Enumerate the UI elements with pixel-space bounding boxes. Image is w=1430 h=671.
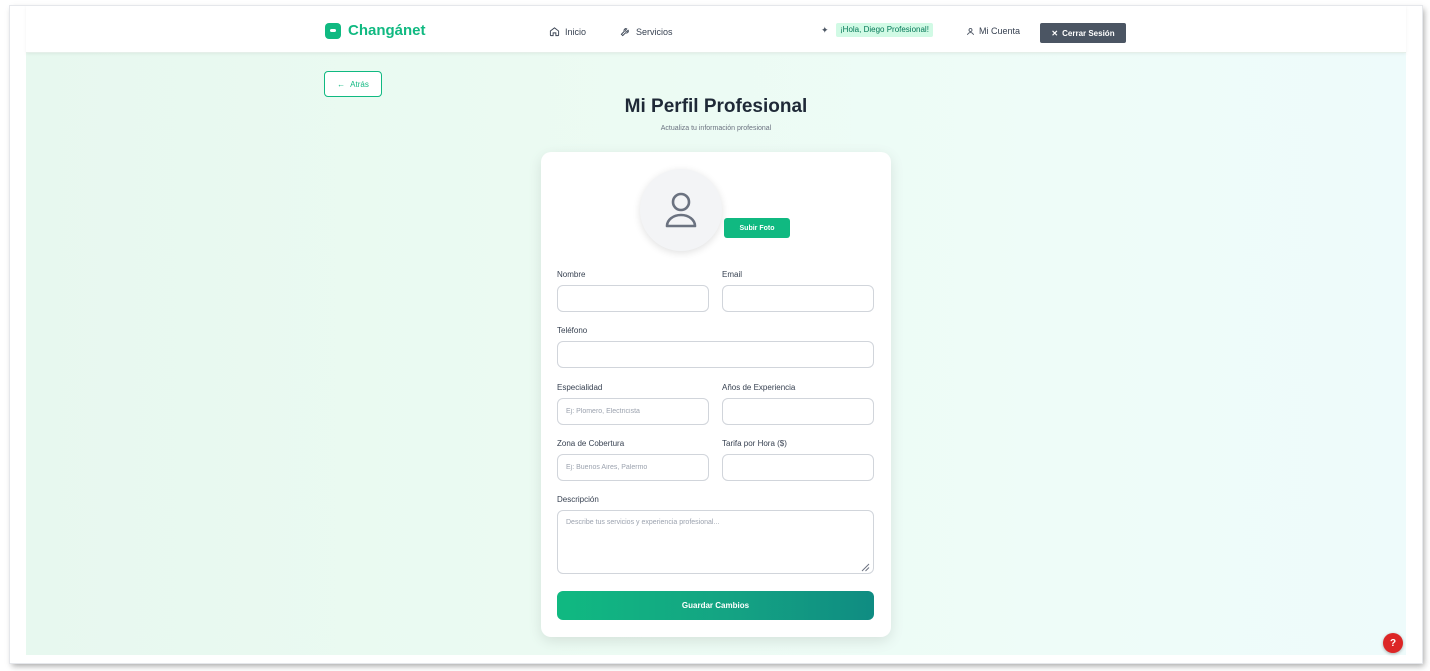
nombre-label: Nombre: [557, 270, 586, 279]
tarifa-label: Tarifa por Hora ($): [722, 439, 787, 448]
experiencia-input[interactable]: [722, 398, 874, 425]
profile-form-card: Subir Foto Nombre Email Teléfono Especia…: [541, 152, 891, 637]
descripcion-label: Descripción: [557, 495, 599, 504]
help-button[interactable]: ?: [1383, 633, 1403, 653]
user-avatar-icon: [665, 192, 697, 228]
bell-icon[interactable]: ✦: [821, 25, 829, 36]
zona-input[interactable]: [557, 454, 709, 481]
wrench-icon: [620, 28, 629, 37]
nav-link-inicio[interactable]: Inicio: [549, 26, 586, 37]
especialidad-label: Especialidad: [557, 383, 603, 392]
especialidad-input[interactable]: [557, 398, 709, 425]
telefono-label: Teléfono: [557, 326, 588, 335]
resize-handle-icon[interactable]: [860, 562, 870, 572]
nav-link-servicios[interactable]: Servicios: [620, 26, 673, 37]
nav-link-inicio-label: Inicio: [565, 26, 587, 37]
arrow-left-icon: ←: [337, 79, 346, 89]
nombre-input[interactable]: [557, 285, 709, 312]
greeting-badge: ¡Hola, Diego Profesional!: [836, 23, 933, 37]
account-link[interactable]: Mi Cuenta: [966, 26, 1020, 36]
avatar: [640, 169, 722, 251]
back-label: Atrás: [350, 79, 369, 89]
close-icon: ✕: [1051, 28, 1059, 38]
email-input[interactable]: [722, 285, 874, 312]
brand[interactable]: Changánet: [325, 22, 426, 39]
brand-logo-icon: [325, 22, 341, 39]
descripcion-textarea[interactable]: [557, 510, 874, 574]
page-title: Mi Perfil Profesional: [624, 96, 808, 117]
back-button[interactable]: ← Atrás: [324, 71, 382, 97]
email-label: Email: [722, 270, 743, 279]
telefono-input[interactable]: [557, 341, 874, 368]
brand-name: Changánet: [348, 22, 426, 39]
home-icon: [549, 27, 560, 37]
browser-frame: Changánet Inicio Servicios ✦ ¡Hola, Dieg…: [10, 6, 1422, 663]
zona-label: Zona de Cobertura: [557, 439, 625, 448]
logout-label: Cerrar Sesión: [1062, 28, 1115, 38]
save-changes-button[interactable]: Guardar Cambios: [557, 591, 874, 620]
user-icon: [967, 27, 974, 35]
account-label: Mi Cuenta: [979, 26, 1021, 36]
nav-link-servicios-label: Servicios: [636, 26, 673, 37]
tarifa-input[interactable]: [722, 454, 874, 481]
logout-button[interactable]: ✕ Cerrar Sesión: [1040, 23, 1126, 43]
page-subtitle: Actualiza tu información profesional: [660, 125, 772, 132]
navbar: Changánet Inicio Servicios ✦ ¡Hola, Dieg…: [26, 6, 1406, 53]
upload-photo-button[interactable]: Subir Foto: [724, 218, 790, 238]
experiencia-label: Años de Experiencia: [722, 383, 796, 392]
